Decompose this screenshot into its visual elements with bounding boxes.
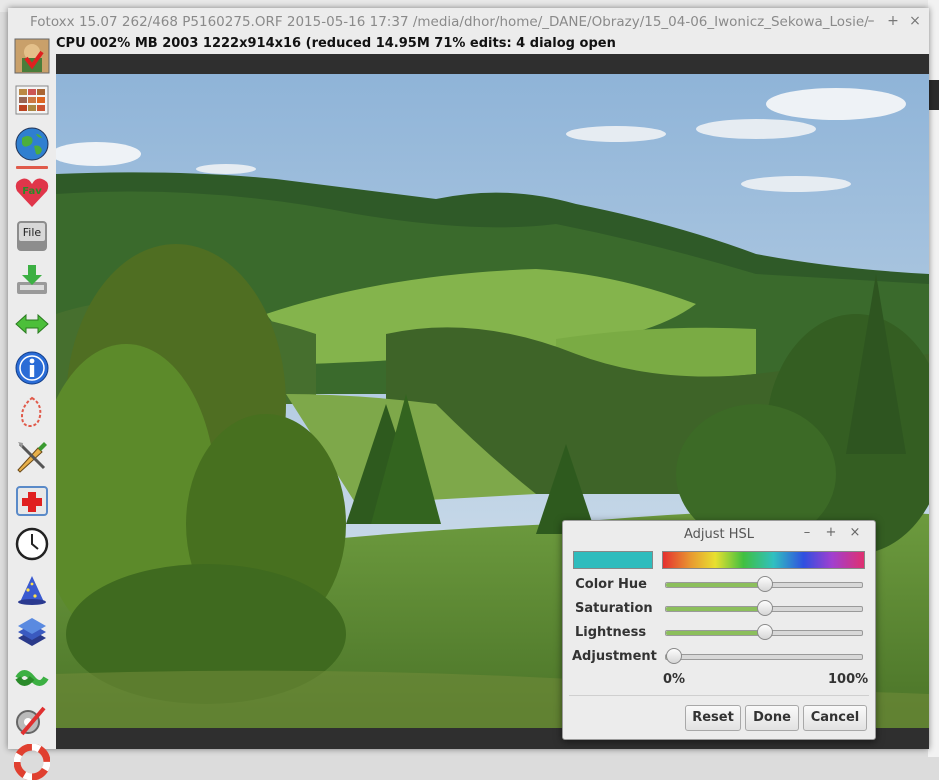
adjustment-slider[interactable] bbox=[665, 648, 863, 664]
settings-icon[interactable] bbox=[14, 702, 50, 738]
saturation-fill bbox=[666, 607, 764, 611]
done-button[interactable]: Done bbox=[745, 705, 799, 731]
fav-label: Fav bbox=[22, 186, 42, 197]
repair-icon[interactable] bbox=[14, 482, 50, 518]
window-titlebar[interactable]: Fotoxx 15.07 262/468 P5160275.ORF 2015-0… bbox=[8, 8, 929, 34]
select-area-icon[interactable] bbox=[14, 394, 50, 430]
clock-icon[interactable] bbox=[14, 526, 50, 562]
desktop-strip bbox=[928, 80, 939, 110]
help-icon[interactable] bbox=[14, 744, 50, 780]
saturation-slider[interactable] bbox=[665, 600, 863, 616]
lightness-label: Lightness bbox=[575, 625, 647, 640]
window-close-button[interactable]: × bbox=[906, 12, 924, 30]
color-swatch[interactable] bbox=[573, 551, 653, 569]
edit-tools-icon[interactable] bbox=[14, 438, 50, 474]
layers-icon[interactable] bbox=[14, 614, 50, 650]
favorites-icon[interactable]: Fav bbox=[14, 174, 50, 210]
window-title: Fotoxx 15.07 262/468 P5160275.ORF 2015-0… bbox=[30, 14, 869, 30]
file-label: File bbox=[23, 226, 42, 239]
color-hue-handle[interactable] bbox=[757, 576, 773, 592]
saturation-label: Saturation bbox=[575, 601, 653, 616]
cancel-button[interactable]: Cancel bbox=[803, 705, 867, 731]
adjustment-label: Adjustment bbox=[572, 649, 657, 664]
desktop-background-right bbox=[928, 0, 939, 757]
reset-button[interactable]: Reset bbox=[685, 705, 741, 731]
saturation-handle[interactable] bbox=[757, 600, 773, 616]
adjust-hsl-dialog: Adjust HSL – + × Color Hue Saturation Li… bbox=[562, 520, 876, 740]
prev-next-icon[interactable] bbox=[14, 306, 50, 342]
canvas-top-margin bbox=[56, 54, 929, 74]
color-hue-label: Color Hue bbox=[575, 577, 647, 592]
info-icon[interactable] bbox=[14, 350, 50, 386]
world-map-icon[interactable] bbox=[14, 126, 50, 162]
range-min-label: 0% bbox=[663, 672, 686, 687]
thumbnail-icon[interactable] bbox=[14, 38, 50, 74]
file-icon[interactable]: File bbox=[14, 218, 50, 254]
adjustment-handle[interactable] bbox=[666, 648, 682, 664]
dialog-divider bbox=[569, 695, 869, 696]
lightness-handle[interactable] bbox=[757, 624, 773, 640]
process-icon[interactable] bbox=[14, 658, 50, 694]
window-minimize-button[interactable]: – bbox=[862, 12, 880, 30]
gallery-icon[interactable] bbox=[14, 82, 50, 118]
status-line: CPU 002% MB 2003 1222x914x16 (reduced 14… bbox=[56, 36, 616, 51]
dialog-minimize-button[interactable]: – bbox=[799, 525, 815, 541]
color-hue-fill bbox=[666, 583, 764, 587]
color-hue-slider[interactable] bbox=[665, 576, 863, 592]
effects-icon[interactable] bbox=[14, 570, 50, 606]
lightness-fill bbox=[666, 631, 764, 635]
range-max-label: 100% bbox=[828, 672, 869, 687]
save-icon[interactable] bbox=[14, 262, 50, 298]
lightness-slider[interactable] bbox=[665, 624, 863, 640]
left-toolbar: Fav File bbox=[8, 34, 56, 780]
dialog-maximize-button[interactable]: + bbox=[823, 525, 839, 541]
toolbar-separator bbox=[16, 166, 48, 169]
window-maximize-button[interactable]: + bbox=[884, 12, 902, 30]
dialog-close-button[interactable]: × bbox=[847, 525, 863, 541]
hue-spectrum-bar[interactable] bbox=[662, 551, 865, 569]
